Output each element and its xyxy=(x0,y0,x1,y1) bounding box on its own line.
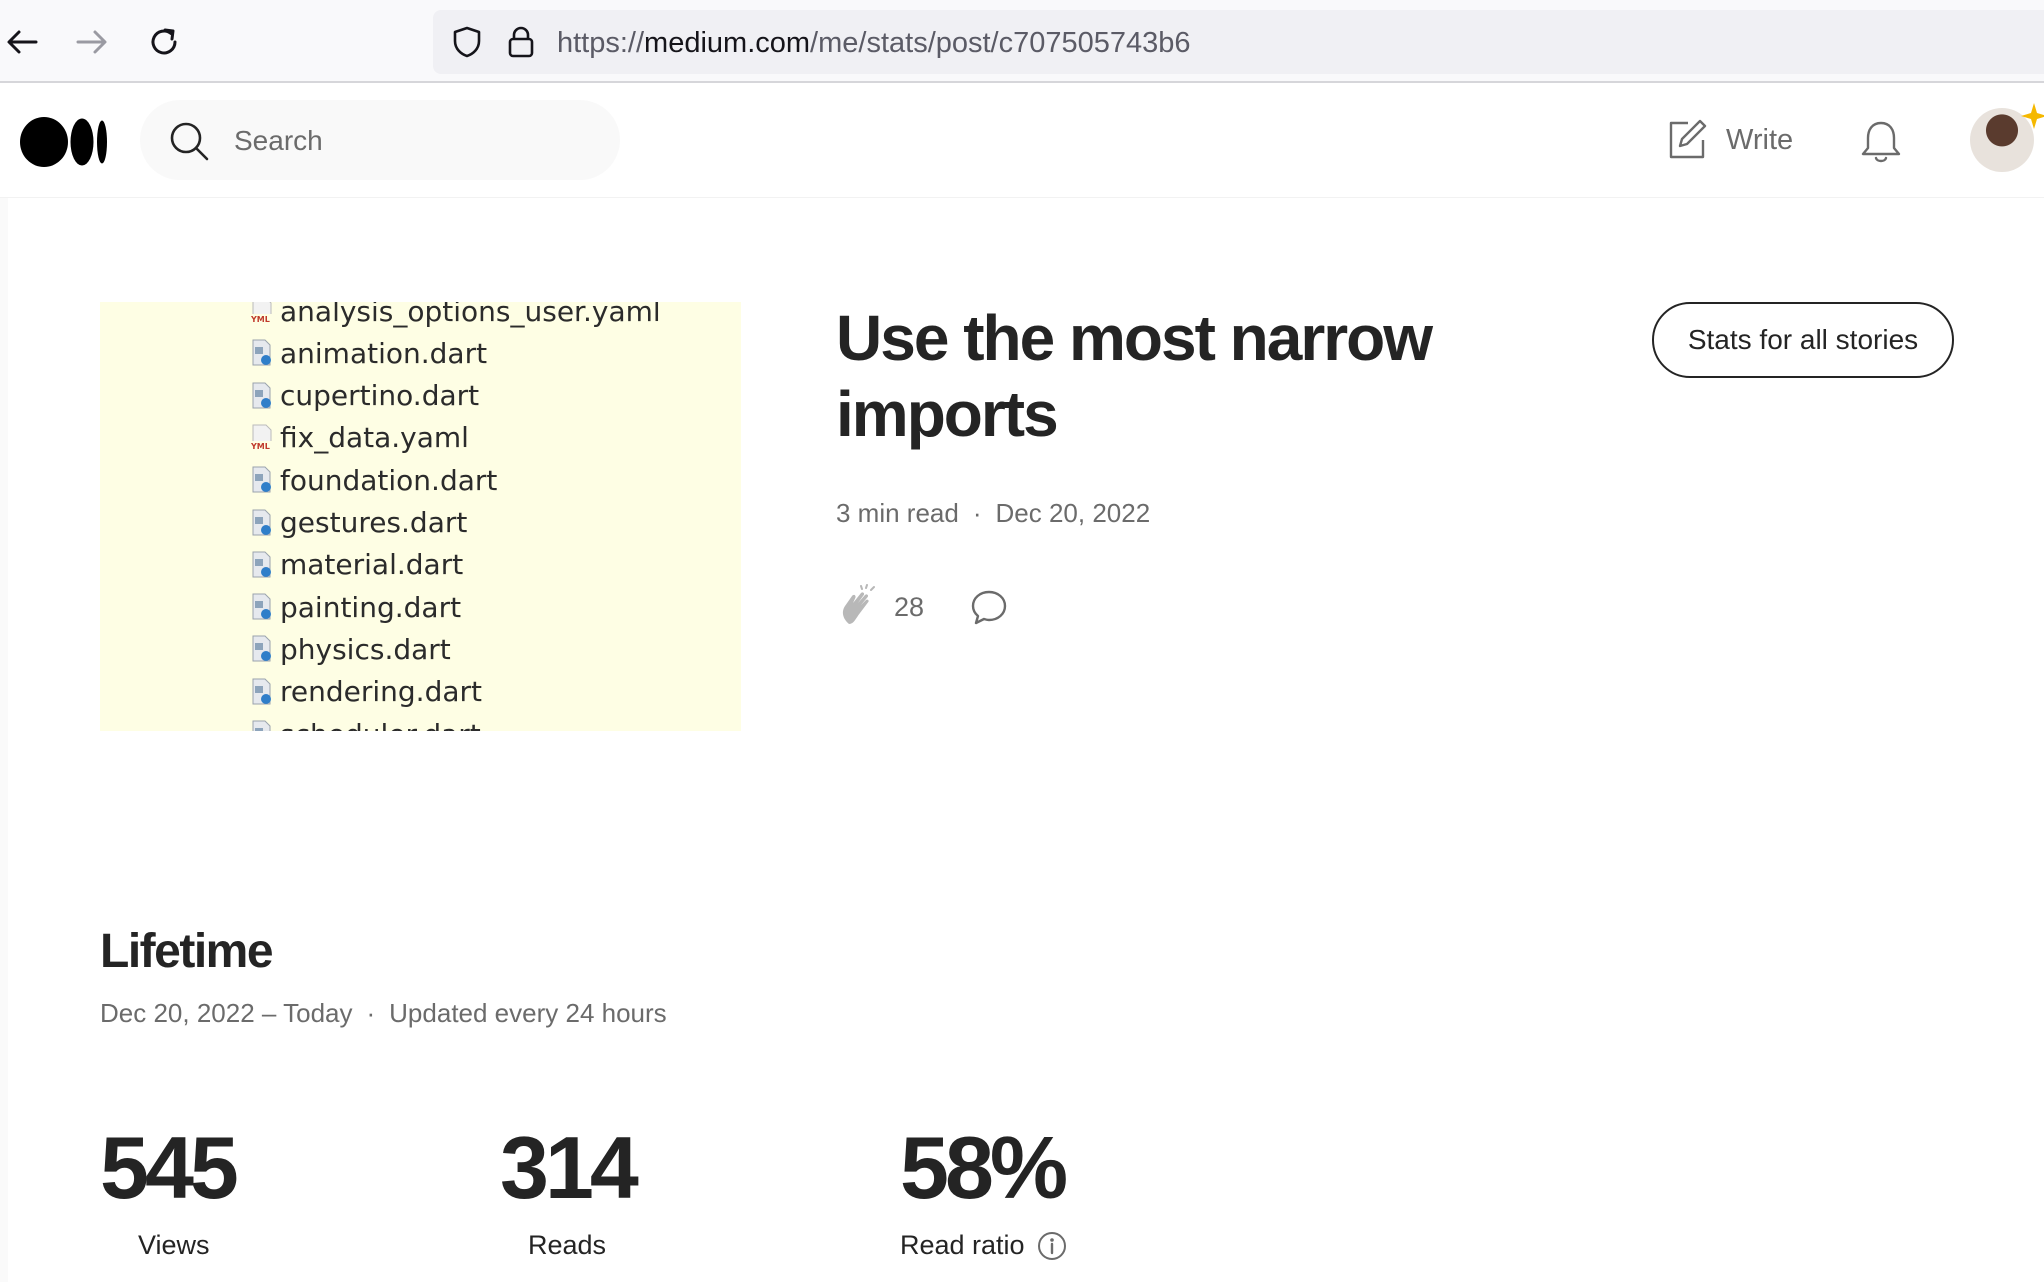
file-name: physics.dart xyxy=(280,632,451,666)
story-meta: 3 min read · Dec 20, 2022 xyxy=(836,498,1150,529)
file-name: fix_data.yaml xyxy=(280,421,469,455)
reload-button[interactable] xyxy=(142,20,186,64)
url-host: medium.com xyxy=(644,27,811,59)
file-name: painting.dart xyxy=(280,590,462,624)
reads-value: 314 xyxy=(500,1118,639,1217)
file-name: foundation.dart xyxy=(280,463,498,497)
write-icon xyxy=(1669,119,1707,159)
stats-for-all-stories-button[interactable]: Stats for all stories xyxy=(1652,302,1954,378)
file-list-item: cupertino.dart xyxy=(250,375,479,417)
dart-file-icon xyxy=(252,382,271,409)
file-list-item: material.dart xyxy=(250,544,463,586)
story-title[interactable]: Use the most narrow imports xyxy=(836,300,1556,452)
dart-file-icon xyxy=(252,678,271,705)
file-list-item: gestures.dart xyxy=(250,502,467,544)
bell-icon[interactable] xyxy=(1856,117,1906,167)
url-path: /me/stats/post/c707505743b6 xyxy=(810,27,1191,59)
dart-file-icon xyxy=(252,720,271,731)
clap-icon[interactable] xyxy=(836,584,882,630)
views-label-text: Views xyxy=(138,1230,210,1260)
dart-file-icon xyxy=(252,509,271,535)
left-gutter xyxy=(0,198,8,1282)
read-ratio-label: Read ratio xyxy=(900,1230,1067,1261)
file-name: gestures.dart xyxy=(280,506,468,539)
story-thumbnail[interactable]: YML analysis_options_user.yaml animation.d… xyxy=(100,302,741,731)
browser-toolbar: https://medium.com/me/stats/post/c707505… xyxy=(0,0,2044,83)
file-name: cupertino.dart xyxy=(280,379,480,413)
file-list-item: foundation.dart xyxy=(250,459,497,501)
dart-file-icon xyxy=(252,593,271,620)
dart-file-icon xyxy=(252,466,271,493)
file-list-item: animation.dart xyxy=(250,332,487,374)
lifetime-range: Dec 20, 2022 – Today xyxy=(100,998,353,1028)
arrow-left-icon xyxy=(7,30,38,54)
search-box[interactable] xyxy=(140,100,620,182)
publish-date: Dec 20, 2022 xyxy=(995,498,1151,528)
url-bar[interactable]: https://medium.com/me/stats/post/c707505… xyxy=(433,10,2044,74)
clap-count: 28 xyxy=(894,591,925,622)
file-name: scheduler.dart xyxy=(280,718,481,732)
views-label: Views xyxy=(100,1230,235,1261)
file-list-item: YML analysis_options_user.yaml xyxy=(250,302,661,332)
write-label: Write xyxy=(1726,123,1794,156)
reads-stat: 314 Reads xyxy=(500,1118,639,1261)
read-ratio-label-text: Read ratio xyxy=(900,1230,1025,1260)
comment-icon[interactable] xyxy=(970,588,1008,626)
dart-file-icon xyxy=(252,635,271,662)
views-value: 545 xyxy=(100,1118,239,1217)
file-name: analysis_options_user.yaml xyxy=(280,302,661,328)
reads-label: Reads xyxy=(500,1230,635,1261)
file-name: rendering.dart xyxy=(280,675,483,709)
file-list-item: physics.dart xyxy=(250,628,451,670)
arrow-right-icon xyxy=(76,30,107,54)
avatar[interactable] xyxy=(1970,103,2044,172)
lifetime-heading: Lifetime xyxy=(100,925,274,978)
read-ratio-stat: 58% Read ratio xyxy=(900,1118,1068,1261)
shield-icon[interactable] xyxy=(449,24,485,60)
yaml-file-icon: YML xyxy=(250,424,274,451)
file-name: animation.dart xyxy=(280,336,488,370)
file-list-item: scheduler.dart xyxy=(250,713,481,731)
engagement-row: 28 xyxy=(836,582,1008,632)
url-text[interactable]: https://medium.com/me/stats/post/c707505… xyxy=(557,27,1191,60)
forward-button[interactable] xyxy=(70,20,114,64)
back-button[interactable] xyxy=(0,20,44,64)
views-stat: 545 Views xyxy=(100,1118,239,1261)
search-input[interactable] xyxy=(232,100,596,182)
read-time: 3 min read xyxy=(836,498,959,528)
reads-label-text: Reads xyxy=(528,1230,607,1260)
search-icon xyxy=(170,122,209,161)
dart-file-icon xyxy=(252,339,271,366)
svg-text:YML: YML xyxy=(250,442,270,451)
update-note: Updated every 24 hours xyxy=(389,998,667,1028)
yaml-file-icon: YML xyxy=(250,302,274,324)
reload-icon xyxy=(151,28,177,55)
write-button[interactable]: Write xyxy=(1666,115,1793,165)
lifetime-separator: · xyxy=(366,998,376,1028)
file-list-item: YML fix_data.yaml xyxy=(250,417,469,459)
file-list-item: painting.dart xyxy=(250,586,461,628)
medium-logo-icon[interactable] xyxy=(20,116,110,168)
info-icon[interactable] xyxy=(1037,1231,1067,1261)
svg-text:YML: YML xyxy=(250,315,270,324)
url-scheme: https:// xyxy=(557,27,645,59)
dart-file-icon xyxy=(252,551,271,578)
file-name: material.dart xyxy=(280,548,464,582)
site-header: Write xyxy=(0,83,2044,198)
sparkle-icon xyxy=(2021,103,2044,129)
file-list-item: rendering.dart xyxy=(250,671,482,713)
lifetime-subtitle: Dec 20, 2022 – Today · Updated every 24 ho… xyxy=(100,998,667,1029)
meta-separator: · xyxy=(972,498,982,528)
lock-icon[interactable] xyxy=(503,24,539,60)
read-ratio-value: 58% xyxy=(900,1118,1068,1217)
